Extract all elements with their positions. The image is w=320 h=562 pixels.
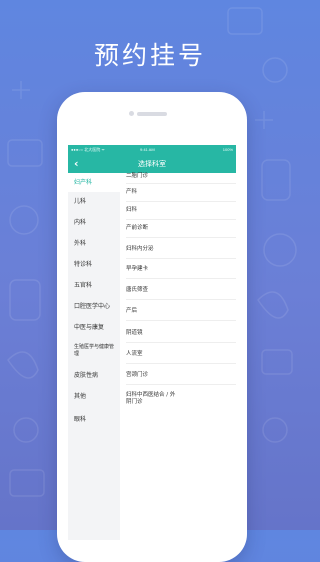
status-bar: ●●●○○ 北大医院 ᯤ 9:41 AM 100% — [68, 145, 236, 154]
divider — [126, 363, 236, 364]
department-item-obgyn[interactable]: 妇产科 — [68, 173, 120, 192]
divider — [126, 320, 236, 321]
department-label: 中医与康复 — [74, 324, 105, 331]
department-item-internal[interactable]: 内科 — [68, 219, 120, 227]
status-time: 9:41 AM — [140, 147, 155, 152]
divider — [126, 299, 236, 300]
department-label: 眼科 — [74, 416, 87, 423]
department-item-other[interactable]: 其他 — [68, 393, 120, 401]
list-item[interactable]: 妇科中西医结合 / 外阴门诊 — [126, 392, 178, 406]
list-item[interactable]: 妇科 — [126, 207, 230, 214]
department-item-tcm[interactable]: 中医与康复 — [68, 324, 120, 332]
department-label: 皮肤性病 — [74, 372, 99, 379]
divider — [126, 258, 236, 259]
department-item-special[interactable]: 特诊科 — [68, 261, 120, 269]
list-item[interactable]: 产后 — [126, 308, 230, 315]
phone-camera — [129, 111, 134, 116]
department-label: 口腔医学中心 — [74, 303, 111, 310]
department-item-dermatology[interactable]: 皮肤性病 — [68, 372, 120, 380]
department-item-ophthalmology[interactable]: 眼科 — [68, 416, 120, 424]
divider — [126, 183, 236, 184]
divider — [126, 384, 236, 385]
department-label: 儿科 — [74, 198, 87, 205]
status-carrier: ●●●○○ 北大医院 ᯤ — [71, 147, 105, 152]
list-item[interactable]: 产前诊断 — [126, 225, 230, 232]
nav-bar: ‹ 选择科室 — [68, 154, 236, 173]
app-screen: ●●●○○ 北大医院 ᯤ 9:41 AM 100% ‹ 选择科室 妇产科 儿科 … — [68, 145, 236, 540]
divider — [126, 278, 236, 279]
list-item[interactable]: 阴道镜 — [126, 330, 230, 337]
department-label: 外科 — [74, 240, 87, 247]
phone-speaker — [137, 112, 167, 116]
list-item[interactable]: 产科 — [126, 189, 230, 196]
list-item[interactable]: 二胎门诊 — [126, 173, 230, 180]
list-item[interactable]: 唐氏筛查 — [126, 287, 230, 294]
department-label: 特诊科 — [74, 261, 93, 268]
list-item[interactable]: 早孕建卡 — [126, 266, 230, 273]
phone-frame: ●●●○○ 北大医院 ᯤ 9:41 AM 100% ‹ 选择科室 妇产科 儿科 … — [57, 92, 247, 562]
sub-department-list: 二胎门诊 产科 妇科 产前诊断 妇科内分泌 早孕建卡 唐氏筛查 产后 阴道镜 人… — [120, 173, 236, 540]
list-item[interactable]: 宫颈门诊 — [126, 372, 230, 379]
department-label: 五官科 — [74, 282, 93, 289]
page-headline: 预约挂号 — [93, 41, 206, 70]
divider — [126, 201, 236, 202]
divider — [126, 219, 236, 220]
list-item[interactable]: 人流室 — [126, 351, 230, 358]
department-item-ent[interactable]: 五官科 — [68, 282, 120, 290]
department-label: 内科 — [74, 219, 87, 226]
department-label: 妇产科 — [74, 179, 93, 186]
status-battery: 100% — [222, 147, 233, 152]
list-item[interactable]: 妇科内分泌 — [126, 246, 230, 253]
department-item-surgery[interactable]: 外科 — [68, 240, 120, 248]
divider — [126, 342, 236, 343]
department-label: 生殖医学与健康管理 — [74, 344, 115, 357]
department-item-reproductive[interactable]: 生殖医学与健康管理 — [68, 344, 120, 358]
divider — [126, 237, 236, 238]
department-item-pediatrics[interactable]: 儿科 — [68, 198, 120, 206]
department-item-dental[interactable]: 口腔医学中心 — [68, 303, 120, 311]
department-label: 其他 — [74, 393, 87, 400]
department-list: 妇产科 儿科 内科 外科 特诊科 五官科 口腔医学中心 中医与康复 生殖医学与健… — [68, 173, 120, 540]
department-picker: 妇产科 儿科 内科 外科 特诊科 五官科 口腔医学中心 中医与康复 生殖医学与健… — [68, 173, 236, 540]
nav-title: 选择科室 — [138, 160, 166, 168]
